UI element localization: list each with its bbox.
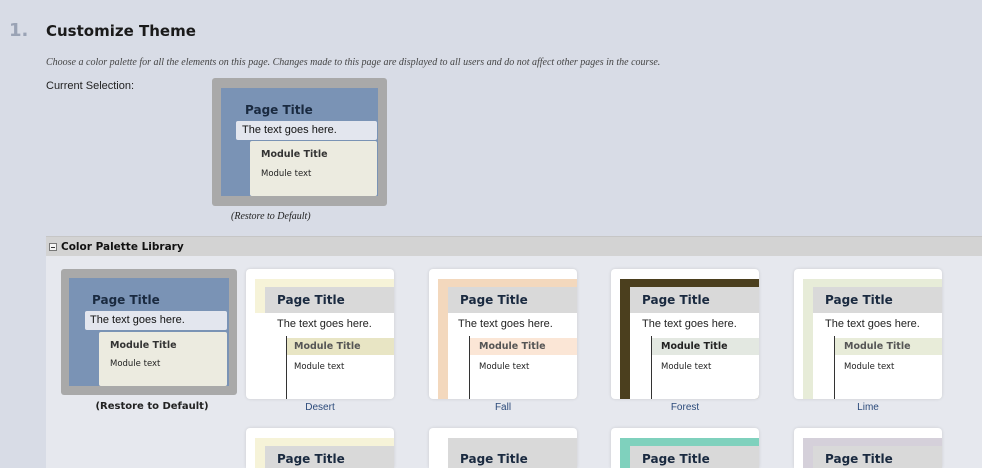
preview-module: Module Title Module text xyxy=(250,141,377,196)
tile-module-text: Module text xyxy=(844,362,895,372)
step-number: 1. xyxy=(9,20,29,41)
tile-module-title: Module Title xyxy=(110,340,177,351)
tile-body-text: The text goes here. xyxy=(642,318,737,330)
tile-page-title: Page Title xyxy=(92,293,160,307)
tile-module-text: Module text xyxy=(110,359,161,369)
tile-page-title: Page Title xyxy=(825,452,893,466)
palette-label-forest[interactable]: Forest xyxy=(605,402,765,413)
tile-page-title: Page Title xyxy=(277,293,345,307)
palette-label-desert[interactable]: Desert xyxy=(240,402,400,413)
tile-body-text: The text goes here. xyxy=(825,318,920,330)
tile-module-text: Module text xyxy=(661,362,712,372)
tile-module-title: Module Title xyxy=(479,341,546,352)
palette-label-fall[interactable]: Fall xyxy=(423,402,583,413)
tile-module-text: Module text xyxy=(479,362,530,372)
current-selection-preview: Page Title The text goes here. Module Ti… xyxy=(212,78,387,206)
instructions-text: Choose a color palette for all the eleme… xyxy=(46,57,661,68)
tile-page-title: Page Title xyxy=(460,293,528,307)
tile-page-title: Page Title xyxy=(460,452,528,466)
preview-module-text: Module text xyxy=(261,169,312,179)
tile-module-title: Module Title xyxy=(844,341,911,352)
palette-tile-row2-1[interactable]: Page Title xyxy=(246,428,394,468)
preview-text-band: The text goes here. xyxy=(236,121,377,140)
library-label: Color Palette Library xyxy=(61,241,184,253)
tile-module-title: Module Title xyxy=(661,341,728,352)
color-palette-library-header[interactable]: Color Palette Library xyxy=(46,236,982,256)
collapse-icon[interactable] xyxy=(49,243,57,251)
tile-page-title: Page Title xyxy=(642,293,710,307)
palette-tile-default[interactable]: Page Title The text goes here. Module Ti… xyxy=(61,269,237,395)
tile-body-text: The text goes here. xyxy=(458,318,553,330)
tile-body-text: The text goes here. xyxy=(90,314,185,326)
tile-body-text: The text goes here. xyxy=(277,318,372,330)
palette-tile-desert[interactable]: Page Title The text goes here. Module Ti… xyxy=(246,269,394,399)
palette-tile-row2-3[interactable]: Page Title xyxy=(611,428,759,468)
palette-tile-row2-2[interactable]: Page Title xyxy=(429,428,577,468)
tile-page-title: Page Title xyxy=(642,452,710,466)
tile-page-title: Page Title xyxy=(277,452,345,466)
preview-module-title: Module Title xyxy=(261,149,328,160)
tile-module: Module Title Module text xyxy=(99,332,227,386)
palette-tile-forest[interactable]: Page Title The text goes here. Module Ti… xyxy=(611,269,759,399)
palette-tile-row2-4[interactable]: Page Title xyxy=(794,428,942,468)
tile-text-band: The text goes here. xyxy=(85,311,227,330)
palette-tile-fall[interactable]: Page Title The text goes here. Module Ti… xyxy=(429,269,577,399)
tile-module-text: Module text xyxy=(294,362,345,372)
section-title: Customize Theme xyxy=(46,22,196,40)
palette-label-default[interactable]: (Restore to Default) xyxy=(72,401,232,412)
palette-label-lime[interactable]: Lime xyxy=(788,402,948,413)
palette-tile-lime[interactable]: Page Title The text goes here. Module Ti… xyxy=(794,269,942,399)
preview-body-text: The text goes here. xyxy=(242,124,337,136)
restore-default-link[interactable]: (Restore to Default) xyxy=(231,211,311,222)
current-selection-label: Current Selection: xyxy=(46,80,135,92)
tile-page-title: Page Title xyxy=(825,293,893,307)
tile-module-title: Module Title xyxy=(294,341,361,352)
preview-page-title: Page Title xyxy=(245,103,313,117)
